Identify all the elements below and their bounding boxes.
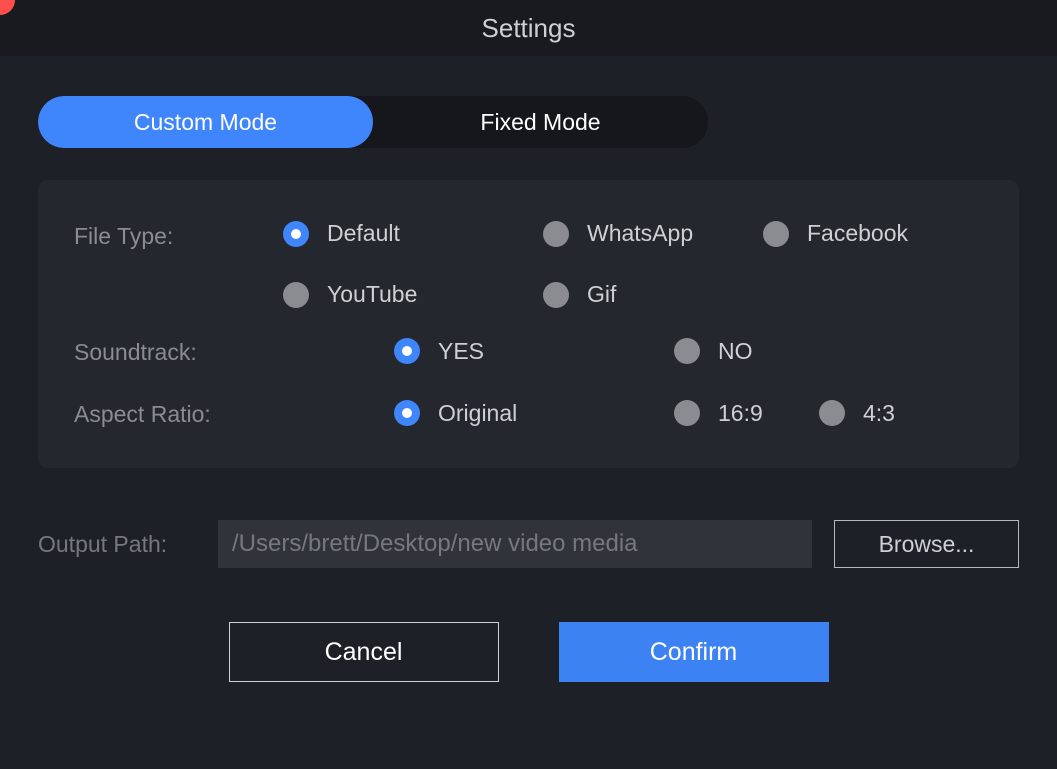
radio-label: WhatsApp <box>587 220 693 247</box>
radio-dot-icon <box>543 282 569 308</box>
label-aspect-ratio: Aspect Ratio: <box>74 398 394 428</box>
tab-custom-mode[interactable]: Custom Mode <box>38 96 373 148</box>
radio-label: Facebook <box>807 220 908 247</box>
radio-dot-icon <box>543 221 569 247</box>
radio-dot-icon <box>283 221 309 247</box>
radio-label: 4:3 <box>863 400 895 427</box>
cancel-button[interactable]: Cancel <box>229 622 499 682</box>
label-file-type: File Type: <box>74 220 283 250</box>
radio-aspect-16-9[interactable]: 16:9 <box>674 400 819 427</box>
radio-label: Original <box>438 400 517 427</box>
browse-button[interactable]: Browse... <box>834 520 1019 568</box>
soundtrack-options: YES NO <box>394 338 983 365</box>
aspect-options: Original 16:9 4:3 <box>394 400 983 427</box>
radio-filetype-youtube[interactable]: YouTube <box>283 281 543 308</box>
radio-label: 16:9 <box>718 400 763 427</box>
label-output-path: Output Path: <box>38 531 218 558</box>
radio-dot-icon <box>283 282 309 308</box>
titlebar: Settings <box>0 0 1057 56</box>
radio-soundtrack-yes[interactable]: YES <box>394 338 674 365</box>
radio-dot-icon <box>674 400 700 426</box>
output-path-row: Output Path: /Users/brett/Desktop/new vi… <box>38 520 1019 568</box>
tab-fixed-mode[interactable]: Fixed Mode <box>373 96 708 148</box>
radio-aspect-original[interactable]: Original <box>394 400 674 427</box>
row-soundtrack: Soundtrack: YES NO <box>74 336 983 366</box>
radio-dot-icon <box>394 338 420 364</box>
close-button[interactable] <box>0 0 15 15</box>
label-soundtrack: Soundtrack: <box>74 336 394 366</box>
radio-aspect-4-3[interactable]: 4:3 <box>819 400 895 427</box>
row-file-type: File Type: Default WhatsApp Facebook You… <box>74 220 983 308</box>
radio-label: YouTube <box>327 281 417 308</box>
radio-label: YES <box>438 338 484 365</box>
confirm-button[interactable]: Confirm <box>559 622 829 682</box>
filetype-options: Default WhatsApp Facebook YouTube Gif <box>283 220 983 308</box>
radio-filetype-default[interactable]: Default <box>283 220 543 247</box>
radio-dot-icon <box>394 400 420 426</box>
window-title: Settings <box>482 13 576 44</box>
radio-label: Gif <box>587 281 616 308</box>
action-buttons: Cancel Confirm <box>0 622 1057 682</box>
row-aspect-ratio: Aspect Ratio: Original 16:9 4:3 <box>74 398 983 428</box>
radio-dot-icon <box>819 400 845 426</box>
radio-label: Default <box>327 220 400 247</box>
output-path-field[interactable]: /Users/brett/Desktop/new video media <box>218 520 812 568</box>
radio-filetype-whatsapp[interactable]: WhatsApp <box>543 220 763 247</box>
radio-filetype-gif[interactable]: Gif <box>543 281 763 308</box>
settings-panel: File Type: Default WhatsApp Facebook You… <box>38 180 1019 468</box>
radio-dot-icon <box>763 221 789 247</box>
mode-tabs: Custom Mode Fixed Mode <box>38 96 708 148</box>
radio-label: NO <box>718 338 753 365</box>
radio-filetype-facebook[interactable]: Facebook <box>763 220 983 247</box>
radio-soundtrack-no[interactable]: NO <box>674 338 753 365</box>
radio-dot-icon <box>674 338 700 364</box>
